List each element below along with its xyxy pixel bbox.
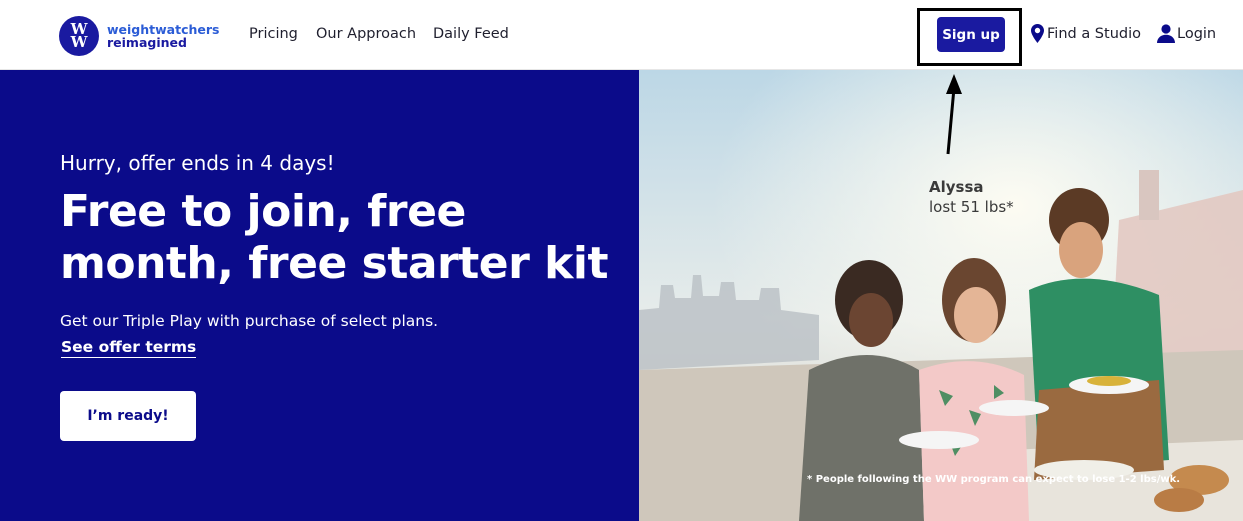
login-link[interactable]: Login <box>1157 24 1216 43</box>
ww-logo-icon: W W <box>59 16 99 56</box>
site-header: W W weightwatchers reimagined Pricing Ou… <box>0 0 1243 70</box>
testimonial-result: lost 51 lbs* <box>929 198 1014 216</box>
logo-wordmark: weightwatchers reimagined <box>107 23 219 49</box>
nav-our-approach[interactable]: Our Approach <box>316 26 416 42</box>
results-disclaimer: * People following the WW program can ex… <box>807 474 1181 485</box>
find-a-studio-link[interactable]: Find a Studio <box>1031 24 1141 43</box>
testimonial-name: Alyssa <box>929 178 984 196</box>
brand-logo[interactable]: W W weightwatchers reimagined <box>59 15 219 57</box>
login-label: Login <box>1177 25 1217 42</box>
offer-urgency-text: Hurry, offer ends in 4 days! <box>60 151 335 175</box>
location-pin-icon <box>1031 24 1044 43</box>
im-ready-button[interactable]: I’m ready! <box>60 391 196 441</box>
offer-description: Get our Triple Play with purchase of sel… <box>60 312 439 330</box>
annotation-arrow-icon <box>946 74 962 155</box>
nav-daily-feed[interactable]: Daily Feed <box>433 26 509 42</box>
hero-offer-panel: Hurry, offer ends in 4 days! Free to joi… <box>0 70 639 521</box>
see-offer-terms-link[interactable]: See offer terms <box>61 338 197 358</box>
user-icon <box>1157 24 1175 43</box>
hero-headline: Free to join, free month, free starter k… <box>60 186 609 289</box>
logo-line-2: reimagined <box>107 35 187 50</box>
nav-pricing[interactable]: Pricing <box>249 26 298 42</box>
sign-up-button[interactable]: Sign up <box>937 17 1005 52</box>
find-a-studio-label: Find a Studio <box>1047 25 1141 42</box>
